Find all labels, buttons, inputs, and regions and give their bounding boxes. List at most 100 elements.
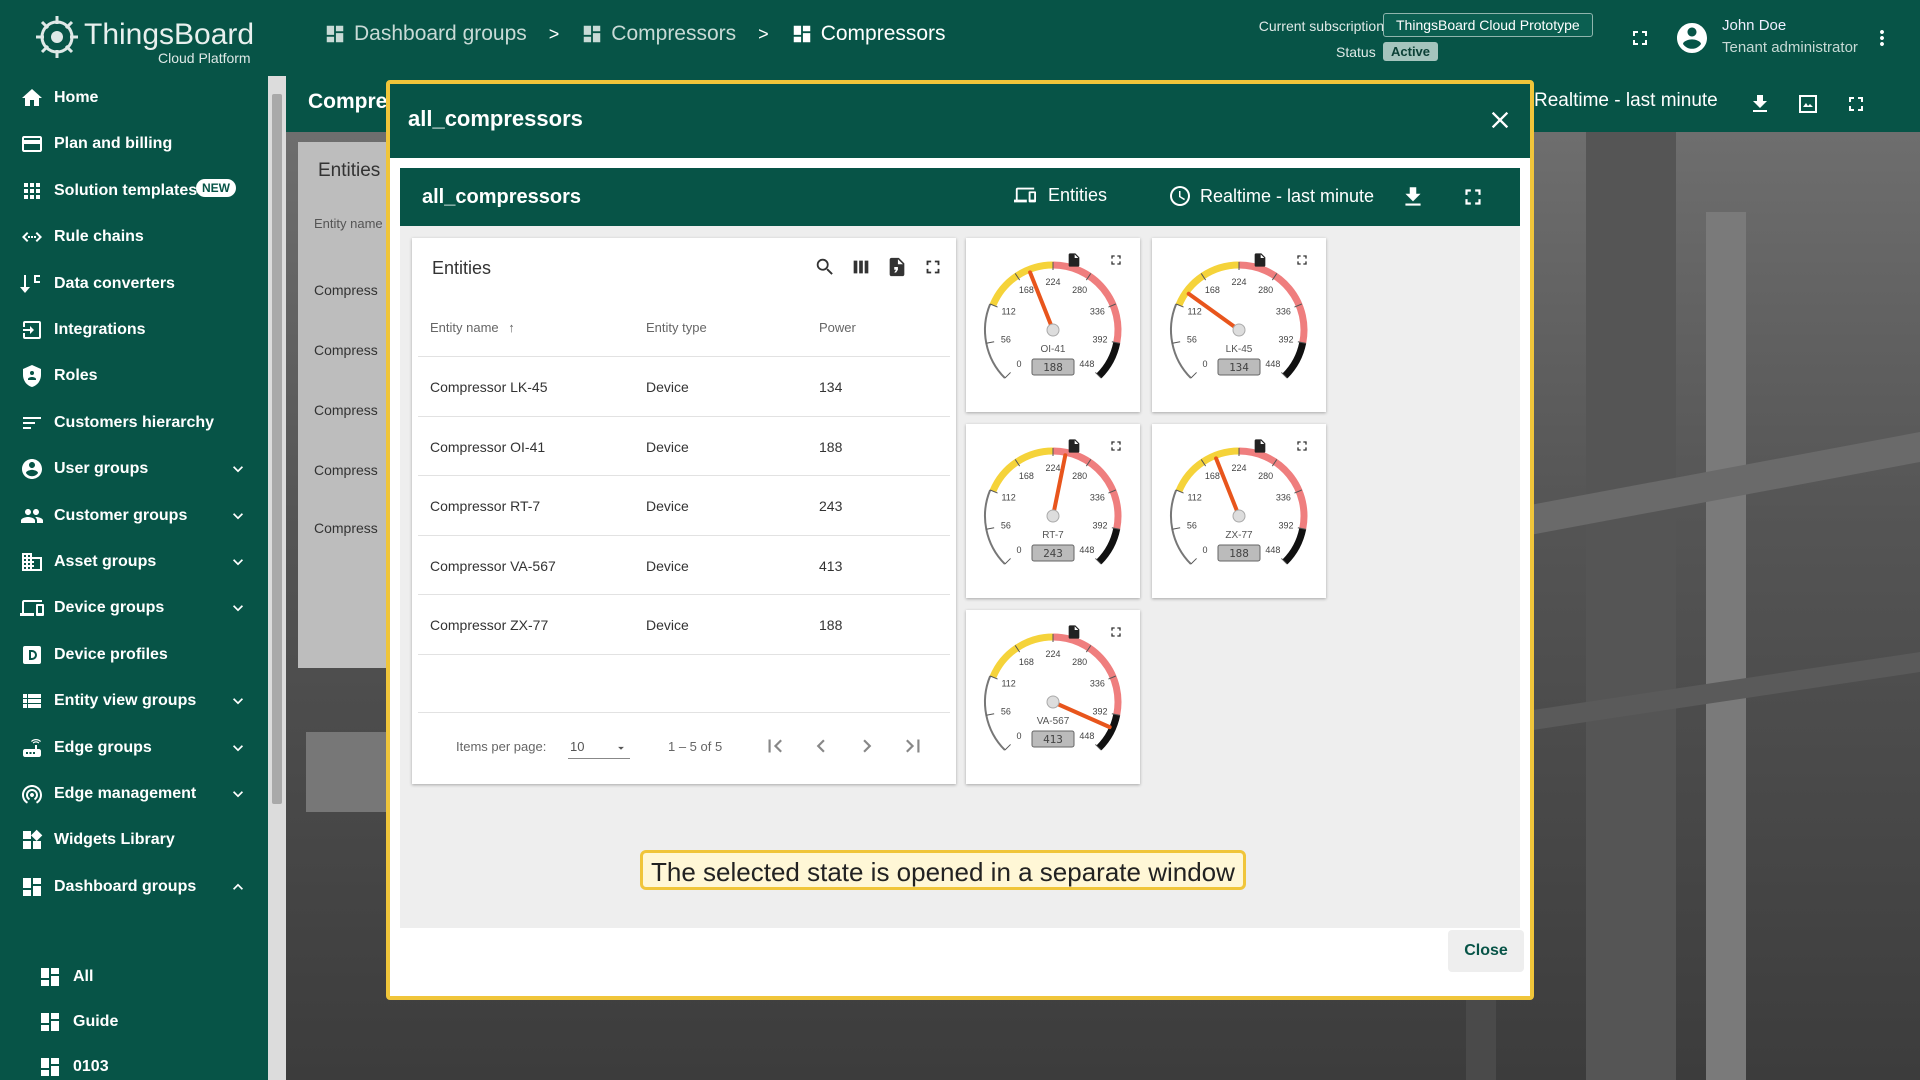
column-header-power[interactable]: Power [819,320,856,335]
scrollbar-thumb[interactable] [272,94,282,804]
sidebar-item-home[interactable]: Home [0,76,268,120]
sidebar-scrollbar[interactable] [268,76,286,1080]
dashboard-icon [326,25,344,43]
more-vert-icon[interactable] [1870,26,1894,50]
chevron-down-icon[interactable] [228,738,248,758]
sidebar-item-customer-groups[interactable]: Customer groups [0,494,268,538]
sidebar-subitem-0103[interactable]: 0103 [0,1045,268,1080]
gauge-tick-label: 112 [1001,307,1015,317]
gauge-tick-label: 112 [1187,307,1201,317]
chevron-down-icon[interactable] [228,459,248,479]
sidebar-item-label: User groups [54,460,149,478]
fullscreen-icon[interactable] [1628,26,1652,50]
fullscreen-icon[interactable] [1294,252,1310,268]
table-row[interactable]: Compress [314,342,378,358]
fullscreen-icon[interactable] [1108,438,1124,454]
avatar[interactable] [1674,20,1710,56]
gauge-widget-zx-77[interactable]: 0 56 112 168 224 280 336 392 448 ZX-77 188 [1152,424,1326,598]
gauge-tick-label: 168 [1019,471,1034,481]
close-button[interactable]: Close [1448,930,1524,972]
table-row[interactable]: Compress [314,282,378,298]
sidebar-item-integrations[interactable]: Integrations [0,308,268,352]
column-header-entity-type[interactable]: Entity type [646,320,707,335]
sidebar-item-device-profiles[interactable]: Device profiles [0,633,268,677]
table-row[interactable]: Compress [314,462,378,478]
chevron-down-icon[interactable] [228,784,248,804]
fullscreen-icon[interactable] [1108,252,1124,268]
sidebar-item-plan-and-billing[interactable]: Plan and billing [0,122,268,166]
dashboard-timewindow[interactable]: Realtime - last minute [1534,90,1718,112]
sidebar-item-customers-hierarchy[interactable]: Customers hierarchy [0,401,268,445]
sidebar-subitem-guide[interactable]: Guide [0,1000,268,1044]
column-header-entity-name[interactable]: Entity name ↑ [430,320,515,335]
last-page-icon[interactable] [900,733,926,759]
logo[interactable]: ThingsBoard Cloud Platform [32,10,282,66]
breadcrumb-dashboard-groups[interactable]: Dashboard groups [324,22,527,46]
sidebar-item-data-converters[interactable]: Data converters [0,262,268,306]
breadcrumb-group[interactable]: Compressors [581,22,736,46]
gauge-value: 188 [1043,361,1063,374]
sidebar-item-asset-groups[interactable]: Asset groups [0,540,268,584]
table-row[interactable]: Compressor RT-7 Device 243 [418,475,950,535]
subscription-value[interactable]: ThingsBoard Cloud Prototype [1383,13,1593,37]
export-icon[interactable] [1252,438,1268,454]
gauge-tick [1172,527,1181,530]
gauge-widget-oi-41[interactable]: 0 56 112 168 224 280 336 392 448 OI-41 188 [966,238,1140,412]
fullscreen-icon[interactable] [1108,624,1124,640]
fullscreen-icon[interactable] [922,256,944,278]
first-page-icon[interactable] [762,733,788,759]
fullscreen-icon[interactable] [1294,438,1310,454]
export-icon[interactable] [1066,252,1082,268]
export-file-icon[interactable] [886,256,908,278]
download-icon[interactable] [1400,184,1426,210]
chevron-down-icon[interactable] [228,552,248,572]
sidebar-subitem-all[interactable]: All [0,955,268,999]
sidebar-item-entity-view-groups[interactable]: Entity view groups [0,679,268,723]
search-icon[interactable] [814,256,836,278]
sidebar-item-label: Device profiles [54,645,168,663]
table-row[interactable]: Compressor OI-41 Device 188 [418,415,950,476]
next-page-icon[interactable] [854,733,880,759]
chevron-up-icon[interactable] [228,877,248,897]
image-export-icon[interactable] [1796,92,1820,116]
timewindow-button[interactable]: Realtime - last minute [1168,184,1374,208]
fullscreen-icon[interactable] [1844,92,1868,116]
status-label: Status [1336,44,1376,60]
download-icon[interactable] [1748,92,1772,116]
chevron-down-icon[interactable] [228,691,248,711]
table-row[interactable]: Compress [314,402,378,418]
export-icon[interactable] [1252,252,1268,268]
cell-power: 188 [819,438,843,455]
gauge-needle-hub [1232,323,1246,337]
items-per-page-select[interactable]: 10 [568,735,630,759]
table-row[interactable]: Compressor VA-567 Device 413 [418,534,950,595]
table-row[interactable]: Compressor LK-45 Device 134 [418,356,950,416]
close-icon[interactable] [1486,106,1514,134]
gauge-tick-label: 280 [1258,285,1273,295]
sidebar-item-solution-templates[interactable]: Solution templates NEW [0,169,268,213]
sidebar-item-widgets-library[interactable]: Widgets Library [0,818,268,862]
previous-page-icon[interactable] [808,733,834,759]
gauge-widget-va-567[interactable]: 0 56 112 168 224 280 336 392 448 VA-567 413 [966,610,1140,784]
export-icon[interactable] [1066,438,1082,454]
sidebar-item-label: Edge management [54,785,197,802]
sidebar-item-rule-chains[interactable]: Rule chains [0,215,268,259]
sidebar-item-roles[interactable]: Roles [0,354,268,398]
gauge-tick-label: 0 [1017,359,1022,369]
gauge-tick-label: 280 [1072,657,1087,667]
chevron-down-icon[interactable] [228,506,248,526]
table-row[interactable]: Compressor ZX-77 Device 188 [418,594,950,654]
chevron-down-icon[interactable] [228,598,248,618]
export-icon[interactable] [1066,624,1082,640]
table-row[interactable]: Compress [314,520,378,536]
sidebar-item-edge-management[interactable]: Edge management [0,772,268,816]
sidebar-item-user-groups[interactable]: User groups [0,447,268,491]
columns-icon[interactable] [850,256,872,278]
gauge-widget-rt-7[interactable]: 0 56 112 168 224 280 336 392 448 RT-7 243 [966,424,1140,598]
gauge-widget-lk-45[interactable]: 0 56 112 168 224 280 336 392 448 LK-45 134 [1152,238,1326,412]
fullscreen-icon[interactable] [1460,184,1486,210]
sidebar-item-edge-groups[interactable]: Edge groups [0,726,268,770]
sidebar-item-device-groups[interactable]: Device groups [0,586,268,630]
entities-filter-button[interactable]: Entities [1012,184,1107,206]
sidebar-item-dashboard-groups[interactable]: Dashboard groups [0,865,268,909]
